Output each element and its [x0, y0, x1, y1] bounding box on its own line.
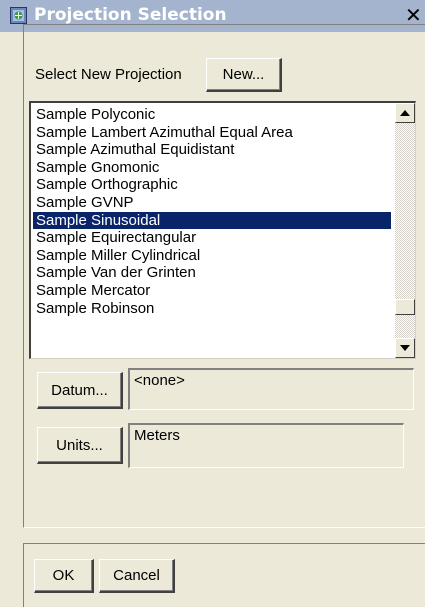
projection-list-item[interactable]: Sample Miller Cylindrical [33, 247, 391, 265]
units-button[interactable]: Units... [37, 427, 123, 464]
projection-list-item[interactable]: Sample Equirectangular [33, 229, 391, 247]
projection-list-item[interactable]: Sample Lambert Azimuthal Equal Area [33, 124, 391, 142]
projection-listbox[interactable]: Sample Polyconic Sample Lambert Azimuthal… [29, 101, 416, 359]
select-projection-label: Select New Projection [35, 66, 182, 83]
cancel-button[interactable]: Cancel [99, 559, 175, 593]
projection-list-item[interactable]: Sample Sinusoidal [33, 211, 391, 230]
window-title: Projection Selection [34, 5, 227, 25]
scroll-up-button[interactable] [395, 103, 415, 123]
projection-list-item[interactable]: Sample Orthographic [33, 176, 391, 194]
projection-list-item[interactable]: Sample Gnomonic [33, 159, 391, 177]
projection-list-item[interactable]: Sample GVNP [33, 194, 391, 212]
list-scrollbar[interactable] [395, 103, 415, 358]
dialog-icon [10, 7, 27, 24]
datum-button[interactable]: Datum... [37, 372, 123, 409]
new-projection-button[interactable]: New... [206, 58, 282, 92]
projection-list-item[interactable]: Sample Azimuthal Equidistant [33, 141, 391, 159]
units-value-field: Meters [128, 423, 404, 468]
projection-list-item[interactable]: Sample Mercator [33, 282, 391, 300]
scroll-thumb[interactable] [395, 299, 415, 315]
scroll-down-button[interactable] [395, 338, 415, 358]
datum-value-field: <none> [128, 368, 414, 410]
projection-list-item[interactable]: Sample Polyconic [33, 106, 391, 124]
projection-list-item[interactable]: Sample Van der Grinten [33, 264, 391, 282]
projection-list-items: Sample Polyconic Sample Lambert Azimuthal… [33, 106, 391, 317]
arrow-down-icon [400, 345, 410, 351]
arrow-up-icon [400, 110, 410, 116]
ok-button[interactable]: OK [34, 559, 94, 593]
projection-list-item[interactable]: Sample Robinson [33, 300, 391, 318]
